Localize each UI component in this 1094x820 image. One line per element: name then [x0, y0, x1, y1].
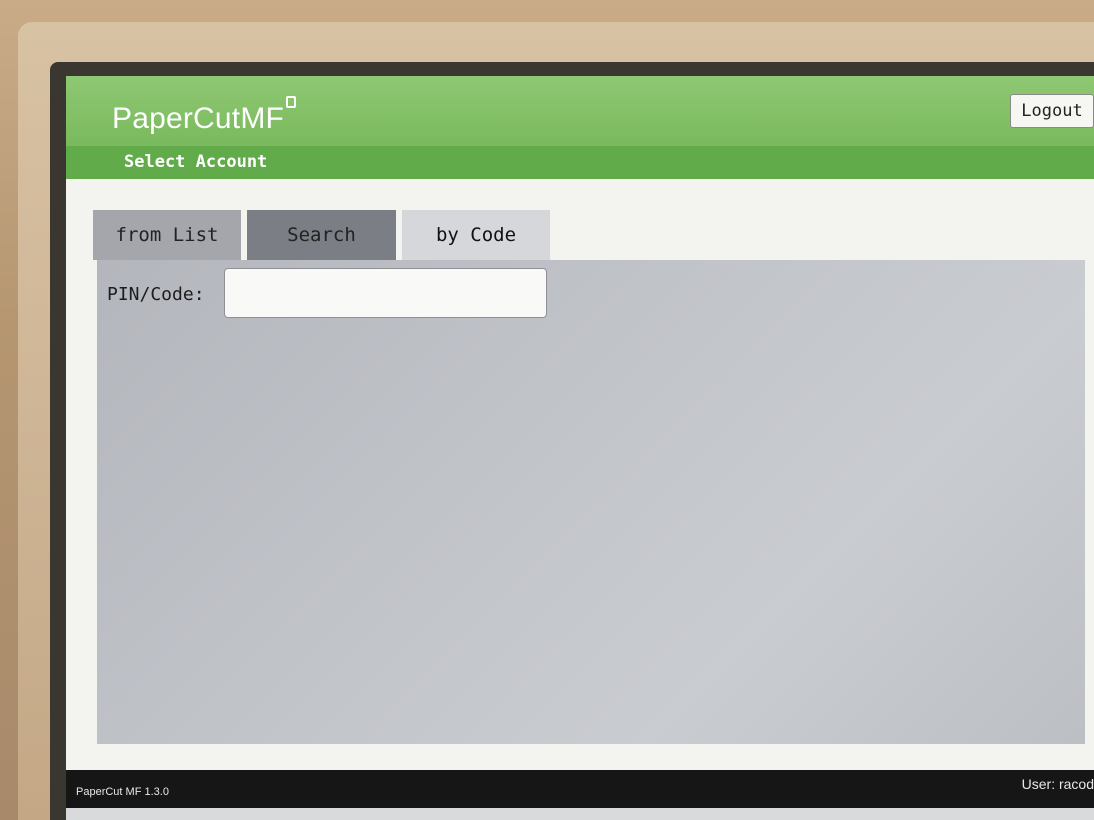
tab-by-code[interactable]: by Code: [402, 210, 550, 260]
screen: PaperCutMF Select Account Logout from Li…: [66, 76, 1094, 820]
version-text: PaperCut MF 1.3.0: [76, 786, 169, 798]
logo-mark-icon: [286, 96, 297, 108]
logo-suffix: MF: [240, 102, 285, 135]
pin-code-input[interactable]: [224, 268, 547, 318]
code-panel: PIN/Code:: [97, 260, 1085, 744]
logout-button[interactable]: Logout: [1010, 94, 1094, 128]
logo-text: PaperCut: [112, 102, 241, 135]
footer-bar: PaperCut MF 1.3.0 User: racod: [66, 770, 1094, 808]
papercut-logo: PaperCutMF: [112, 96, 297, 136]
tab-from-list[interactable]: from List: [93, 210, 241, 260]
tab-search[interactable]: Search: [247, 210, 396, 260]
user-text: User: racod: [1021, 776, 1094, 792]
screen-bottom-strip: [66, 808, 1094, 820]
page-title: Select Account: [124, 152, 268, 172]
pin-code-label: PIN/Code:: [107, 284, 205, 305]
